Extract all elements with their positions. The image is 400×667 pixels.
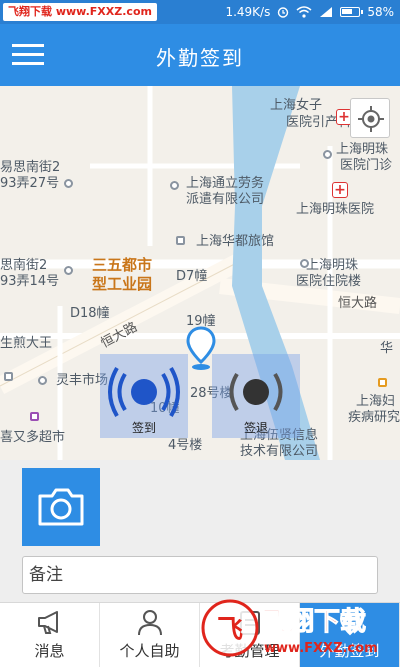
map-label: 技术有限公司 xyxy=(240,444,319,459)
crosshair-locate-icon xyxy=(358,106,384,132)
map-view[interactable]: 上海女子 医院引产科 + 上海明珠 医院门诊 易思南街2 93弄27号 上海通立… xyxy=(0,86,400,460)
map-label-landmark: 型工业园 xyxy=(92,275,153,293)
hospital-icon: + xyxy=(332,182,348,198)
checkout-signal-icon xyxy=(229,372,283,412)
tab-label: 个人自助 xyxy=(119,642,180,660)
map-label: 生煎大王 xyxy=(0,336,53,351)
checkin-button[interactable]: 签到 xyxy=(100,354,188,438)
watermark-logo: 飞翔下载 www.FXXZ.com xyxy=(3,3,157,21)
camera-icon xyxy=(38,488,84,526)
tab-field-checkin[interactable]: 外勤签到 xyxy=(300,603,400,667)
tab-messages[interactable]: 消息 xyxy=(0,603,100,667)
tab-label: 考勤管理 xyxy=(219,642,280,660)
signal-icon xyxy=(320,7,333,17)
clipboard-icon xyxy=(240,611,260,635)
map-label: 上海华都旅馆 xyxy=(196,234,275,249)
status-bar: 飞翔下载 www.FXXZ.com 1.49K/s 58% xyxy=(0,0,400,24)
network-speed: 1.49K/s xyxy=(225,5,271,19)
hotel-icon xyxy=(176,236,185,245)
map-label: D7幢 xyxy=(176,269,208,284)
wifi-icon xyxy=(296,6,312,18)
map-label: 4号楼 xyxy=(168,438,203,453)
poi-marker xyxy=(323,150,332,159)
poi-marker xyxy=(38,376,47,385)
map-label: 93弄14号 xyxy=(0,274,60,289)
status-icons: 1.49K/s 58% xyxy=(225,0,394,24)
page-title: 外勤签到 xyxy=(156,46,244,70)
alarm-icon xyxy=(278,7,289,18)
locate-button[interactable] xyxy=(350,98,390,138)
megaphone-icon xyxy=(38,611,58,634)
app-screen: 飞翔下载 www.FXXZ.com 1.49K/s 58% 外勤签到 上海女子 … xyxy=(0,0,400,667)
map-label: 喜又多超市 xyxy=(0,430,66,445)
poi-marker xyxy=(300,259,309,268)
bottom-tab-bar: 消息 个人自助 考勤管理 外勤签到 xyxy=(0,602,400,667)
map-label: 思南街2 xyxy=(0,258,48,273)
battery-level: 58% xyxy=(367,5,394,19)
tab-label: 消息 xyxy=(34,642,65,660)
map-label: 上海明珠 xyxy=(336,142,389,157)
poi-marker xyxy=(64,179,73,188)
poi-marker xyxy=(170,181,179,190)
map-label: 易思南街2 xyxy=(0,160,61,175)
map-label: D18幢 xyxy=(70,306,110,321)
map-label: 上海通立劳务 xyxy=(186,176,265,191)
poi-marker xyxy=(64,266,73,275)
checkin-label: 签到 xyxy=(131,421,156,435)
tab-attendance[interactable]: 考勤管理 xyxy=(200,603,300,667)
checkout-label: 签退 xyxy=(243,421,268,435)
tab-self-service[interactable]: 个人自助 xyxy=(100,603,200,667)
map-label: 华 xyxy=(380,341,394,356)
person-icon xyxy=(138,610,162,636)
hotel-icon xyxy=(4,372,13,381)
restaurant-icon xyxy=(378,378,387,387)
map-label-landmark: 三五都市 xyxy=(92,256,153,274)
map-label: 派遣有限公司 xyxy=(186,192,265,207)
map-label: 93弄27号 xyxy=(0,176,60,191)
app-header: 外勤签到 xyxy=(0,24,400,86)
map-label: 医院住院楼 xyxy=(296,274,362,289)
shop-icon xyxy=(30,412,39,421)
map-label: 疾病研究 xyxy=(348,410,400,425)
checkin-signal-icon xyxy=(108,366,180,418)
map-label: 上海女子 xyxy=(270,98,323,113)
note-input[interactable] xyxy=(22,556,378,594)
checkout-button[interactable]: 签退 xyxy=(212,354,300,438)
location-icon xyxy=(339,608,361,636)
map-label: 上海明珠 xyxy=(306,258,359,273)
map-label: 上海妇 xyxy=(356,394,396,409)
map-label: 医院门诊 xyxy=(340,158,393,173)
battery-icon xyxy=(340,7,364,17)
map-label: 上海明珠医院 xyxy=(296,202,375,217)
tab-label: 外勤签到 xyxy=(319,642,380,660)
map-road-label: 恒大路 xyxy=(338,296,378,311)
camera-button[interactable] xyxy=(22,468,100,546)
